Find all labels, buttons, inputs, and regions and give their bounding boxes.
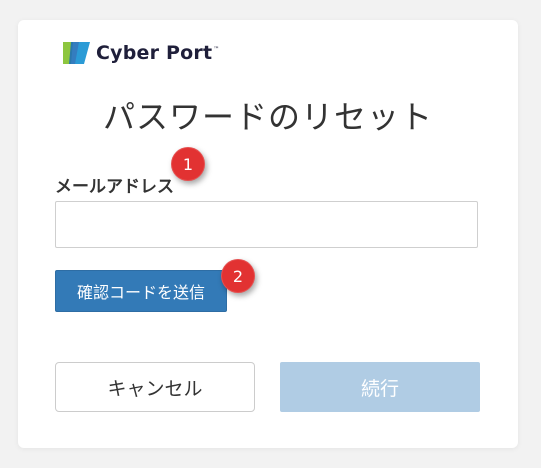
page-title: パスワードのリセット <box>102 98 433 136</box>
cancel-button[interactable]: キャンセル <box>55 362 255 412</box>
brand-trademark: ™ <box>213 46 220 53</box>
annotation-marker-2: 2 <box>221 259 255 293</box>
cyberport-logo: Cyber Port™ <box>62 39 219 67</box>
cyberport-logo-mark-icon <box>63 42 90 64</box>
reset-password-card: Cyber Port™ パスワードのリセット メールアドレス 確認コードを送信 … <box>18 20 518 448</box>
continue-button[interactable]: 続行 <box>280 362 480 412</box>
brand-name: Cyber Port™ <box>96 42 219 64</box>
email-label: メールアドレス <box>55 177 174 197</box>
email-input[interactable] <box>55 201 478 248</box>
send-verification-code-button[interactable]: 確認コードを送信 <box>55 270 227 312</box>
brand-name-text: Cyber Port <box>96 42 213 64</box>
annotation-marker-1: 1 <box>171 147 205 181</box>
